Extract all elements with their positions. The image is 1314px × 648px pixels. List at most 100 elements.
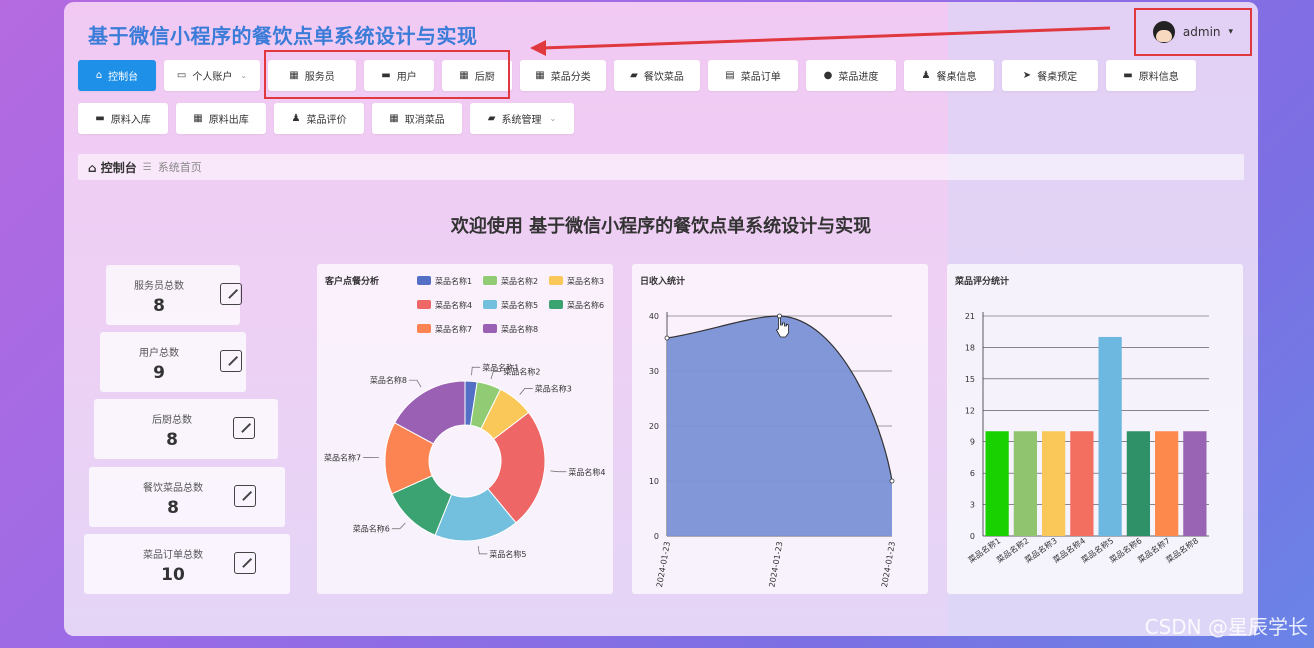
welcome-heading: 欢迎使用 基于微信小程序的餐饮点单系统设计与实现 [450, 216, 872, 237]
breadcrumb: ⌂ 控制台 ☰ 系统首页 [78, 154, 1244, 180]
nav-button-nav_row1-9[interactable]: ♟ 餐桌信息 [904, 60, 994, 91]
nav-button-nav_row1-5[interactable]: ▦ 菜品分类 [520, 60, 606, 91]
nav-button-nav_row1-11[interactable]: ▬ 原料信息 [1106, 60, 1196, 91]
annotation-highlight-box [264, 50, 510, 99]
x-tick-label: 2024-01-23 [768, 541, 785, 588]
nav-icon: ▦ [389, 113, 399, 124]
nav-button-nav_row2-0[interactable]: ▬ 原料入库 [78, 103, 168, 134]
nav-icon: ⌂ [95, 70, 103, 81]
income-area-chart: 0 10 20 30 40 2024-01-23 2024-01-23 2024-01-23 [649, 312, 897, 588]
nav-button-nav_row2-1[interactable]: ▦ 原料出库 [176, 103, 266, 134]
nav-label: 菜品进度 [838, 72, 879, 83]
nav-button-nav_row2-3[interactable]: ▦ 取消菜品 [372, 103, 462, 134]
y-tick-label: 20 [649, 422, 659, 431]
stat-label: 菜品订单总数 [143, 550, 203, 561]
legend-swatch [483, 300, 497, 309]
pie-chart: 菜品名称1 菜品名称2 菜品名称3 菜品名称4 菜品名称5 菜品名称6 菜品名称7 菜品名称8… [324, 276, 605, 559]
nav-row-2: ▬ 原料入库 ▦ 原料出库 ♟ 菜品评价 ▦ 取消菜品 ▰ 系统管理 ⌄ [78, 103, 574, 134]
stat-value: 8 [166, 430, 178, 450]
legend-swatch [417, 324, 431, 333]
nav-icon: ▦ [193, 113, 203, 124]
nav-icon: ▬ [95, 113, 105, 124]
y-tick-label: 0 [654, 532, 659, 541]
x-tick-label: 菜品名称8 [1164, 535, 1200, 564]
nav-icon: ● [823, 70, 833, 81]
nav-label: 餐桌信息 [936, 72, 977, 83]
stat-label: 后厨总数 [152, 415, 192, 426]
pie-leader-line [471, 366, 481, 376]
legend-label: 菜品名称2 [501, 276, 538, 286]
edit-note-icon [220, 350, 242, 372]
watermark: CSDN @星辰学长 [1144, 615, 1308, 639]
y-tick-label: 9 [970, 438, 975, 447]
breadcrumb-separator-icon: ☰ [142, 161, 152, 173]
y-tick-label: 15 [965, 375, 975, 384]
breadcrumb-home[interactable]: ⌂ 控制台 [88, 159, 137, 176]
stat-label: 餐饮菜品总数 [143, 483, 203, 494]
y-tick-label: 6 [970, 469, 975, 478]
nav-icon: ▤ [725, 70, 735, 81]
user-name: admin [1182, 25, 1221, 39]
nav-label: 餐饮菜品 [643, 72, 684, 83]
pie-slice-label: 菜品名称2 [503, 366, 540, 376]
nav-label: 餐桌预定 [1037, 72, 1078, 83]
data-point [889, 478, 895, 484]
bar [1013, 431, 1037, 536]
pie-slice-label: 菜品名称7 [324, 452, 361, 462]
legend-swatch [417, 276, 431, 285]
y-tick-label: 18 [965, 343, 975, 352]
nav-button-nav_row1-8[interactable]: ● 菜品进度 [806, 60, 896, 91]
app-title: 基于微信小程序的餐饮点单系统设计与实现 [88, 24, 478, 48]
y-tick-label: 40 [649, 312, 659, 321]
avatar [1152, 21, 1175, 43]
chevron-down-icon: ⌄ [240, 71, 248, 80]
rating-bar-chart: 036912151821菜品名称1菜品名称2菜品名称3菜品名称4菜品名称5菜品名… [965, 312, 1209, 565]
breadcrumb-current: 系统首页 [157, 161, 202, 174]
nav-icon: ♟ [921, 70, 931, 81]
pie-slice-label: 菜品名称4 [568, 467, 605, 477]
y-tick-label: 3 [970, 501, 975, 510]
nav-button-nav_row2-2[interactable]: ♟ 菜品评价 [274, 103, 364, 134]
edit-note-icon [233, 417, 255, 439]
nav-label: 菜品评价 [306, 115, 347, 126]
pie-slice-label: 菜品名称5 [489, 549, 526, 559]
nav-icon: ▰ [630, 70, 638, 81]
nav-button-nav_row1-7[interactable]: ▤ 菜品订单 [708, 60, 798, 91]
nav-button-nav_row1-6[interactable]: ▰ 餐饮菜品 [614, 60, 700, 91]
data-point [777, 313, 782, 319]
bar-panel: 菜品评分统计 0 3 6 9 12 15 18 21 菜品名称1 菜品名称2 菜品名称3 菜品名称4 菜… [947, 264, 1243, 594]
legend-label: 菜品名称6 [567, 300, 604, 310]
chevron-down-icon: ⌄ [549, 114, 557, 123]
nav-icon: ▬ [1123, 70, 1133, 81]
legend-label: 菜品名称7 [435, 324, 472, 334]
bar [1183, 431, 1207, 536]
pie-slice-label: 菜品名称8 [370, 375, 407, 385]
stat-value: 8 [153, 296, 165, 316]
data-point [664, 335, 670, 341]
legend-swatch [549, 300, 563, 309]
nav-button-nav_row1-0[interactable]: ⌂ 控制台 [78, 60, 156, 91]
legend-label: 菜品名称4 [435, 300, 472, 310]
bar [1098, 336, 1122, 536]
caret-down-icon: ▾ [1228, 27, 1234, 37]
y-tick-label: 10 [649, 477, 659, 486]
nav-button-nav_row1-10[interactable]: ➤ 餐桌预定 [1002, 60, 1098, 91]
nav-button-nav_row1-1[interactable]: ▭ 个人账户 ⌄ [164, 60, 260, 91]
pie-leader-line [408, 379, 422, 388]
user-menu[interactable]: admin ▾ [1134, 8, 1252, 56]
y-tick-label: 21 [965, 312, 975, 321]
nav-label: 原料入库 [110, 115, 151, 126]
stat-value: 9 [153, 363, 165, 383]
area-fill [667, 316, 892, 536]
pie-panel: 客户点餐分析 菜品名称1 菜品名称2 菜品名称3 菜品名称4 菜品名称5 菜品名称6 菜品名… [317, 264, 613, 594]
edit-note-icon [234, 552, 256, 574]
nav-label: 原料出库 [208, 115, 249, 126]
nav-button-nav_row2-4[interactable]: ▰ 系统管理 ⌄ [470, 103, 574, 134]
nav-icon: ▦ [535, 70, 545, 81]
pie-slice-label: 菜品名称3 [535, 383, 572, 393]
nav-icon: ▭ [176, 70, 187, 81]
bar [1042, 431, 1066, 536]
legend-swatch [549, 276, 563, 285]
stat-card: 用户总数 9 [100, 332, 246, 392]
nav-label: 原料信息 [1138, 72, 1179, 83]
